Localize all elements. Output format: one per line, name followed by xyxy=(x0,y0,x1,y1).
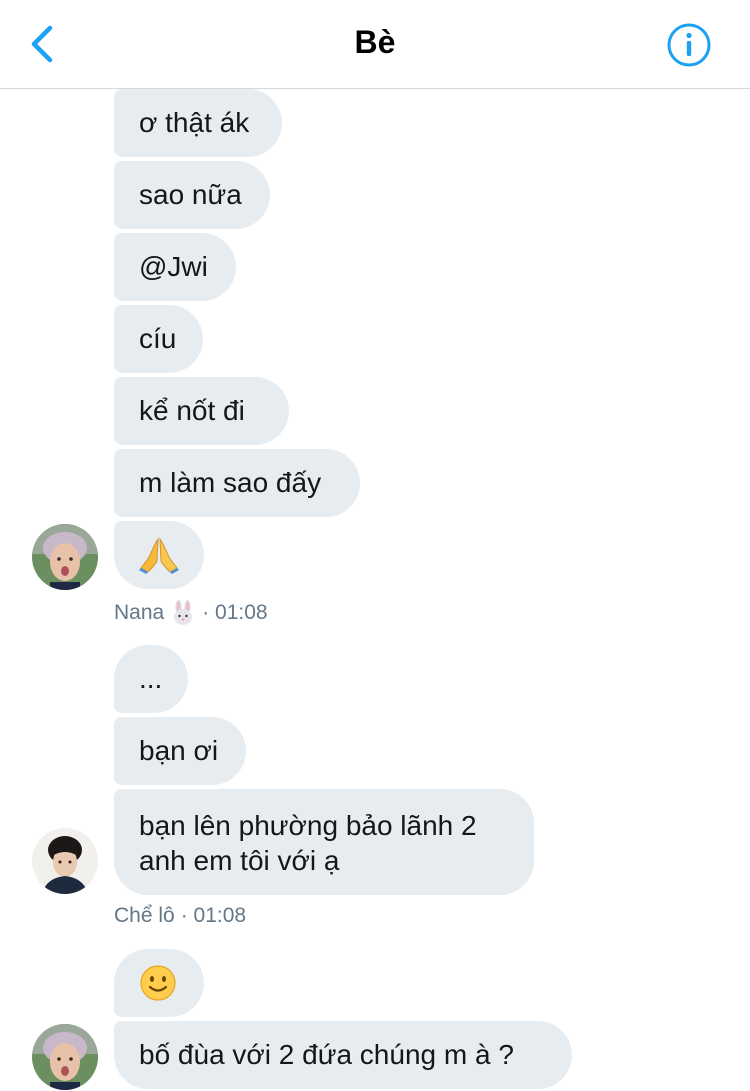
message-text: ơ thật ák xyxy=(139,107,250,138)
folded-hands-icon xyxy=(139,537,179,574)
message-meta: Nana · 01:08 xyxy=(114,600,268,626)
slightly-smiling-face-icon xyxy=(140,965,176,1001)
avatar-photo xyxy=(32,1024,98,1090)
message-bubble[interactable]: ơ thật ák xyxy=(114,89,282,157)
message-meta: Chể lô · 01:08 xyxy=(114,904,246,928)
message-bubble[interactable]: sao nữa xyxy=(114,161,270,229)
mention-text: @Jwi xyxy=(139,251,208,282)
sender-name: Nana xyxy=(114,601,165,624)
message-time: · 01:08 xyxy=(180,904,247,927)
message-bubble[interactable] xyxy=(114,949,204,1017)
message-text: bố đùa với 2 đứa chúng m à ? xyxy=(139,1039,514,1070)
message-bubble[interactable]: kể nốt đi xyxy=(114,377,289,445)
message-text: sao nữa xyxy=(139,179,242,210)
avatar[interactable] xyxy=(32,828,98,894)
sender-name: Chể lô xyxy=(114,904,175,927)
info-icon xyxy=(667,23,711,67)
message-time: · 01:08 xyxy=(202,601,268,624)
message-text: m làm sao đấy xyxy=(139,467,322,498)
conversation-header: Bè xyxy=(0,0,750,89)
message-bubble[interactable] xyxy=(114,521,204,589)
rabbit-face-icon xyxy=(174,600,193,625)
message-bubble[interactable]: bố đùa với 2 đứa chúng m à ? xyxy=(114,1021,572,1089)
message-text: bạn ơi xyxy=(139,735,219,766)
message-bubble[interactable]: cíu xyxy=(114,305,203,373)
message-text: cíu xyxy=(139,323,177,354)
avatar-photo xyxy=(32,828,98,894)
avatar-photo xyxy=(32,524,98,590)
message-text: bạn lên phường bảo lãnh 2 anh em tôi với… xyxy=(139,810,477,876)
message-text: ... xyxy=(139,663,163,694)
message-bubble[interactable]: ... xyxy=(114,645,188,713)
message-bubble[interactable]: bạn ơi xyxy=(114,717,246,785)
message-bubble[interactable]: bạn lên phường bảo lãnh 2 anh em tôi với… xyxy=(114,789,534,895)
avatar[interactable] xyxy=(32,1024,98,1090)
message-text: kể nốt đi xyxy=(139,395,245,426)
message-bubble[interactable]: @Jwi xyxy=(114,233,236,301)
avatar[interactable] xyxy=(32,524,98,590)
conversation-info-button[interactable] xyxy=(666,22,712,68)
message-bubble[interactable]: m làm sao đấy xyxy=(114,449,360,517)
conversation-title: Bè xyxy=(354,24,396,60)
